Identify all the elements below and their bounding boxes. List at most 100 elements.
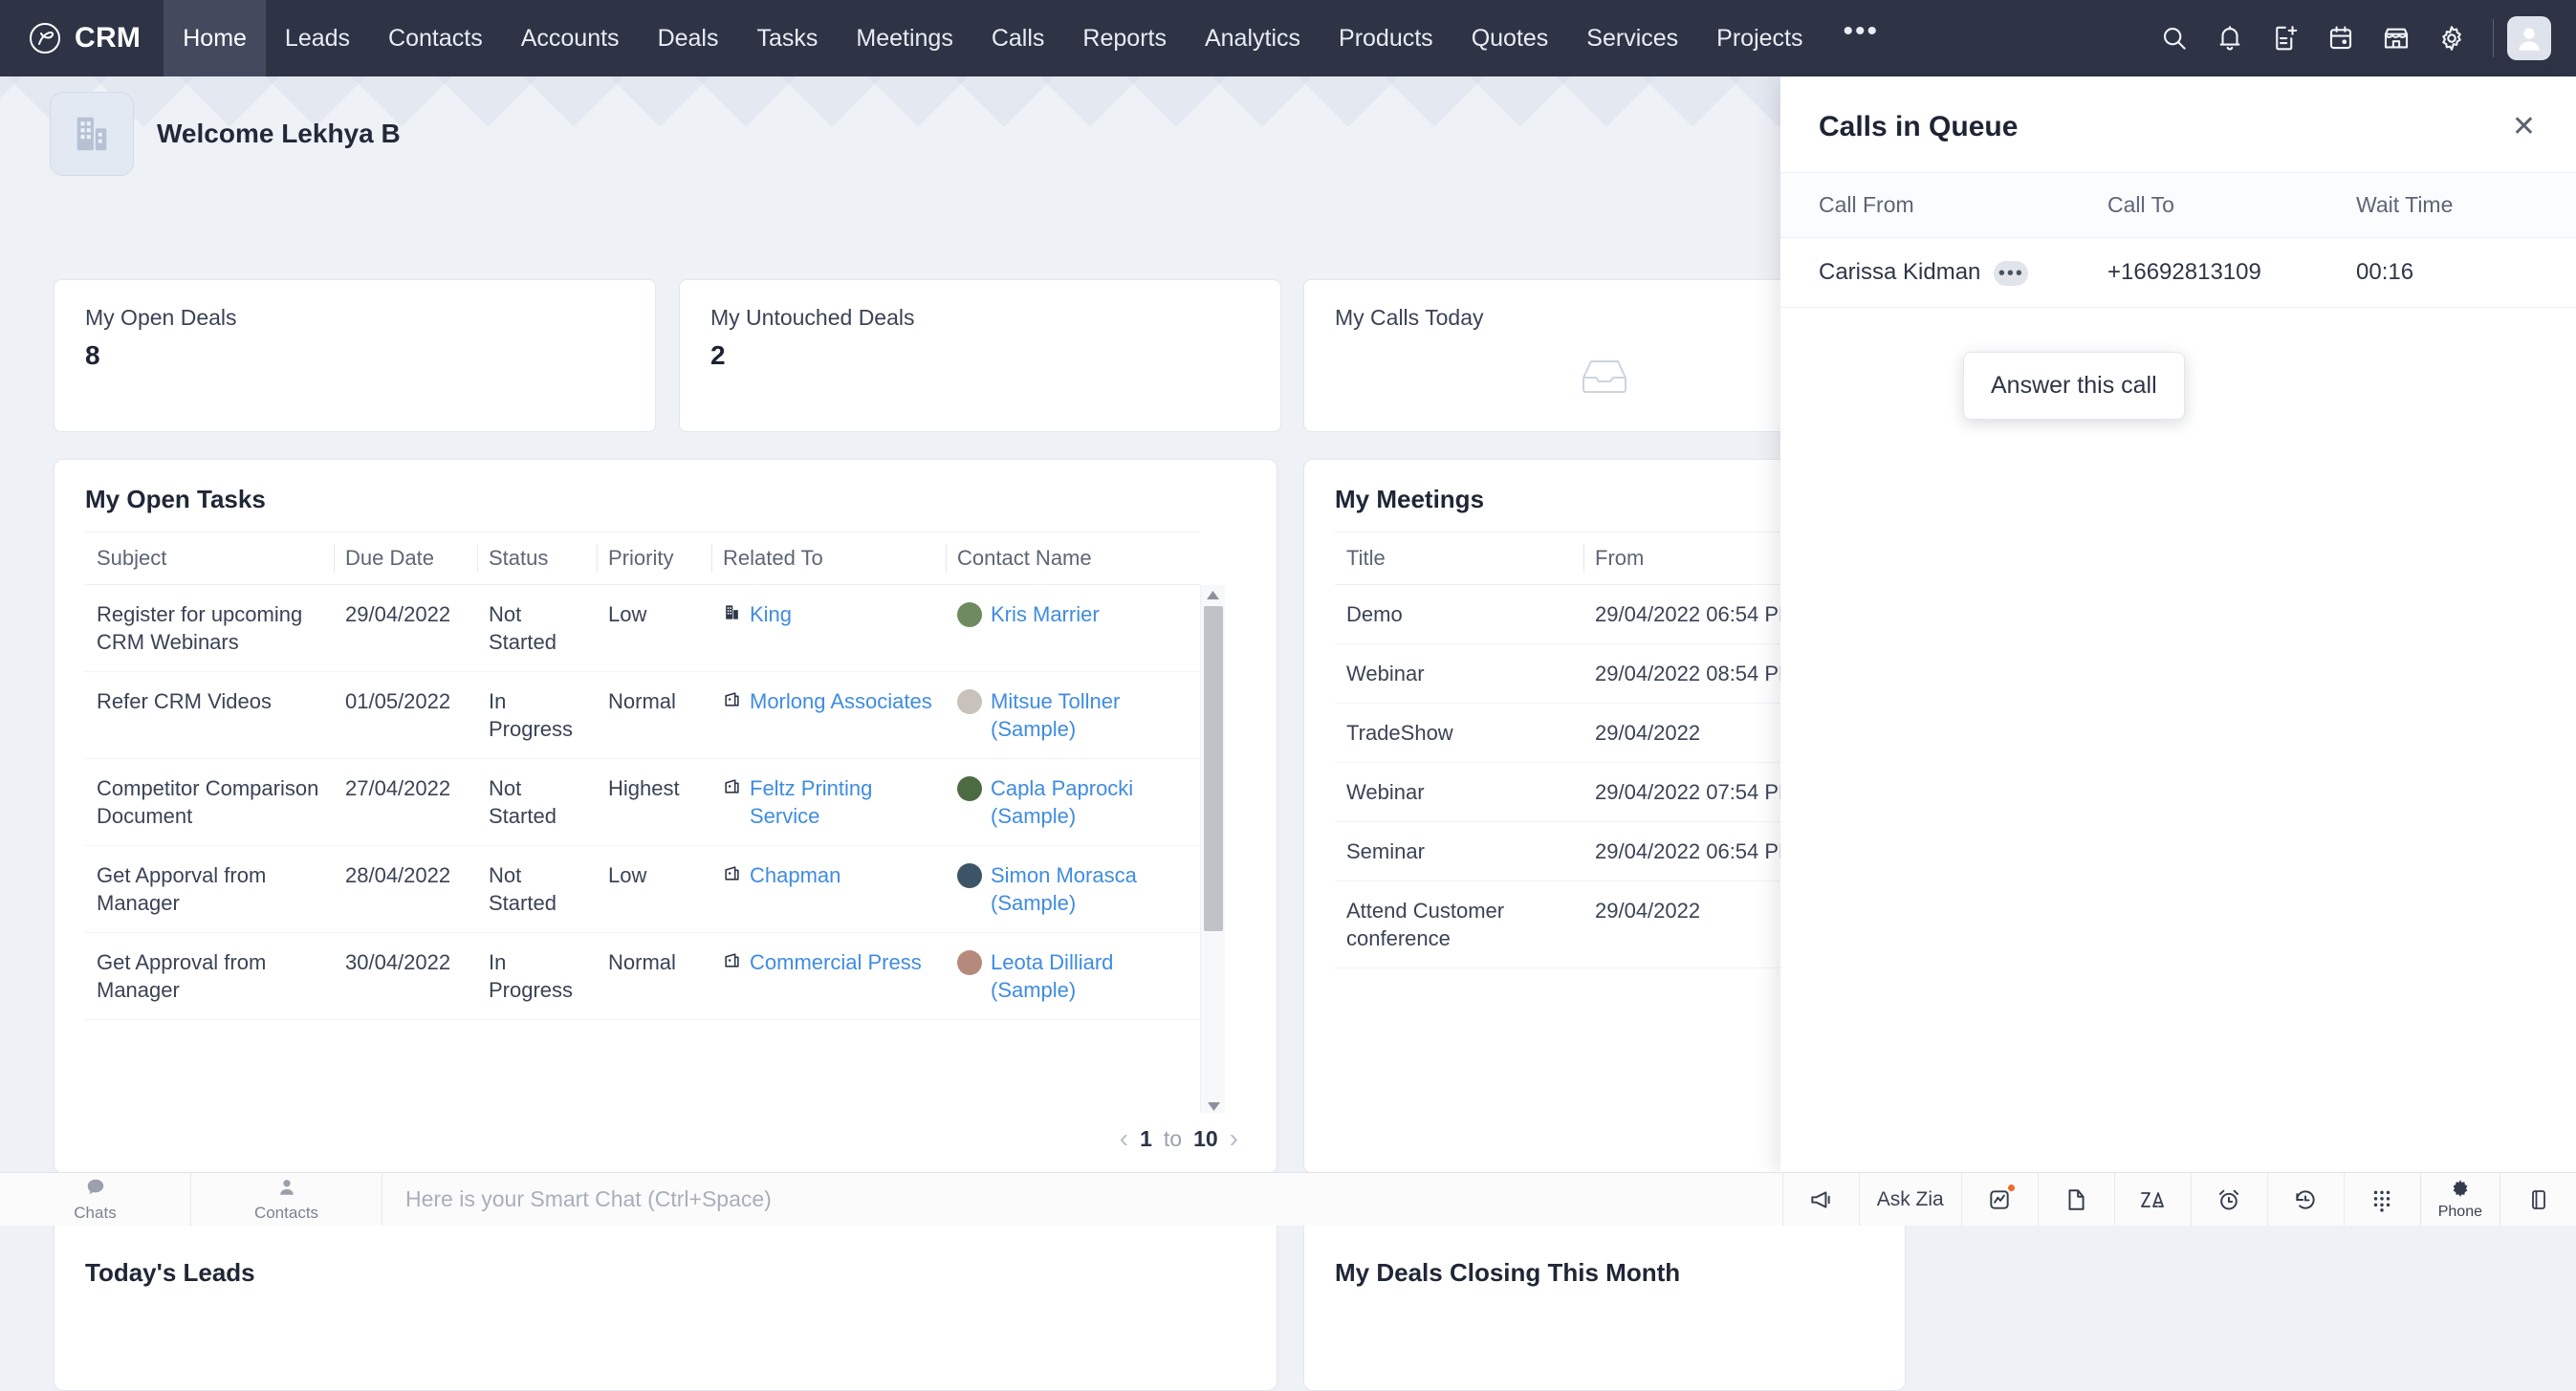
kpi-card-untouched-deals[interactable]: My Untouched Deals 2 <box>679 279 1281 432</box>
task-subject[interactable]: Get Apporval from Manager <box>85 846 334 933</box>
dialpad-icon[interactable] <box>2344 1173 2420 1226</box>
tasks-col-due-date[interactable]: Due Date <box>334 532 477 585</box>
tasks-col-contact-name[interactable]: Contact Name <box>946 532 1200 585</box>
scroll-up-arrow-icon[interactable] <box>1201 585 1225 604</box>
calendar-icon[interactable] <box>2313 0 2369 76</box>
more-options-icon[interactable]: ••• <box>1994 261 2028 286</box>
chevron-right-icon[interactable]: › <box>1230 1125 1238 1152</box>
table-row[interactable]: Get Apporval from Manager 28/04/2022 Not… <box>85 846 1200 933</box>
meeting-title[interactable]: TradeShow <box>1335 704 1583 763</box>
answer-this-call-menu-item[interactable]: Answer this call <box>1963 352 2185 420</box>
related-to-label[interactable]: Chapman <box>750 861 840 889</box>
task-related-to[interactable]: Feltz Printing Service <box>711 759 946 846</box>
nav-item-projects[interactable]: Projects <box>1697 0 1822 76</box>
task-subject[interactable]: Get Approval from Manager <box>85 933 334 1020</box>
zia-insights-icon[interactable] <box>1961 1173 2038 1226</box>
table-row[interactable]: Register for upcoming CRM Webinars 29/04… <box>85 585 1200 672</box>
contact-label[interactable]: Capla Paprocki (Sample) <box>991 774 1189 830</box>
notification-bell-icon[interactable] <box>2202 0 2258 76</box>
task-subject[interactable]: Register for upcoming CRM Webinars <box>85 585 334 672</box>
page-title: Welcome Lekhya B <box>157 119 401 149</box>
footer-tab-contacts[interactable]: Contacts <box>191 1173 382 1226</box>
nav-item-deals[interactable]: Deals <box>639 0 738 76</box>
nav-item-contacts[interactable]: Contacts <box>369 0 502 76</box>
task-contact-name[interactable]: Simon Morasca (Sample) <box>946 846 1200 933</box>
nav-item-reports[interactable]: Reports <box>1063 0 1186 76</box>
tasks-col-subject[interactable]: Subject <box>85 532 334 585</box>
related-to-label[interactable]: King <box>750 600 792 628</box>
table-row[interactable]: Refer CRM Videos 01/05/2022 In Progress … <box>85 672 1200 759</box>
nav-item-home[interactable]: Home <box>164 0 266 76</box>
settings-gear-icon[interactable] <box>2424 0 2479 76</box>
task-subject[interactable]: Competitor Comparison Document <box>85 759 334 846</box>
meeting-title[interactable]: Attend Customer conference <box>1335 881 1583 968</box>
chevron-left-icon[interactable]: ‹ <box>1120 1125 1128 1152</box>
page-middle: to <box>1164 1126 1182 1152</box>
contact-label[interactable]: Simon Morasca (Sample) <box>991 861 1189 917</box>
nav-item-products[interactable]: Products <box>1320 0 1452 76</box>
task-contact-name[interactable]: Leota Dilliard (Sample) <box>946 933 1200 1020</box>
alarm-clock-icon[interactable] <box>2191 1173 2267 1226</box>
clipboard-icon[interactable] <box>2500 1173 2576 1226</box>
search-icon[interactable] <box>2147 0 2202 76</box>
calls-col-call-to: Call To <box>2096 173 2345 238</box>
kpi-card-open-deals[interactable]: My Open Deals 8 <box>54 279 656 432</box>
contact-label[interactable]: Leota Dilliard (Sample) <box>991 948 1189 1004</box>
phone-settings-button[interactable]: Phone <box>2420 1173 2500 1226</box>
nav-item-calls[interactable]: Calls <box>972 0 1064 76</box>
smart-chat-input[interactable]: Here is your Smart Chat (Ctrl+Space) <box>382 1173 1782 1226</box>
task-contact-name[interactable]: Capla Paprocki (Sample) <box>946 759 1200 846</box>
user-avatar[interactable] <box>2507 16 2551 60</box>
tasks-table-header-wrap: Subject Due Date Status Priority Related… <box>85 532 1246 585</box>
task-subject[interactable]: Refer CRM Videos <box>85 672 334 759</box>
scrollbar-thumb[interactable] <box>1204 606 1223 931</box>
nav-item-analytics[interactable]: Analytics <box>1186 0 1320 76</box>
meeting-title[interactable]: Webinar <box>1335 763 1583 822</box>
tasks-col-related-to[interactable]: Related To <box>711 532 946 585</box>
kpi-value: 8 <box>85 340 624 371</box>
task-status: Not Started <box>477 759 597 846</box>
related-to-label[interactable]: Commercial Press <box>750 948 922 976</box>
task-related-to[interactable]: King <box>711 585 946 672</box>
ask-zia-button[interactable]: Ask Zia <box>1859 1173 1961 1226</box>
brand-label: CRM <box>75 22 141 54</box>
call-from-name: Carissa Kidman <box>1819 259 1980 285</box>
contact-label[interactable]: Mitsue Tollner (Sample) <box>991 687 1189 743</box>
organization-building-icon <box>50 92 134 176</box>
close-icon[interactable]: ✕ <box>2512 113 2536 141</box>
tasks-col-status[interactable]: Status <box>477 532 597 585</box>
nav-item-tasks[interactable]: Tasks <box>737 0 837 76</box>
app-brand[interactable]: CRM <box>0 0 164 76</box>
zia-voice-icon[interactable] <box>2114 1173 2191 1226</box>
task-contact-name[interactable]: Kris Marrier <box>946 585 1200 672</box>
tasks-vertical-scrollbar[interactable] <box>1200 585 1225 1113</box>
megaphone-icon[interactable] <box>1782 1173 1859 1226</box>
related-to-label[interactable]: Morlong Associates <box>750 687 932 715</box>
related-to-label[interactable]: Feltz Printing Service <box>750 774 934 830</box>
recent-history-icon[interactable] <box>2267 1173 2344 1226</box>
meetings-col-title[interactable]: Title <box>1335 532 1583 585</box>
nav-overflow-button[interactable]: ••• <box>1822 0 1900 76</box>
nav-item-leads[interactable]: Leads <box>266 0 369 76</box>
task-related-to[interactable]: Morlong Associates <box>711 672 946 759</box>
table-row[interactable]: Get Approval from Manager 30/04/2022 In … <box>85 933 1200 1020</box>
task-related-to[interactable]: Chapman <box>711 846 946 933</box>
tasks-col-priority[interactable]: Priority <box>597 532 711 585</box>
table-row[interactable]: Competitor Comparison Document 27/04/202… <box>85 759 1200 846</box>
nav-item-quotes[interactable]: Quotes <box>1452 0 1568 76</box>
task-contact-name[interactable]: Mitsue Tollner (Sample) <box>946 672 1200 759</box>
contact-label[interactable]: Kris Marrier <box>991 600 1100 628</box>
marketplace-icon[interactable] <box>2369 0 2424 76</box>
nav-item-accounts[interactable]: Accounts <box>502 0 639 76</box>
notes-icon[interactable] <box>2038 1173 2114 1226</box>
footer-tab-chats[interactable]: Chats <box>0 1173 191 1226</box>
scroll-down-arrow-icon[interactable] <box>1201 1102 1225 1111</box>
add-record-icon[interactable] <box>2258 0 2313 76</box>
nav-item-services[interactable]: Services <box>1567 0 1697 76</box>
meeting-title[interactable]: Webinar <box>1335 644 1583 704</box>
meeting-title[interactable]: Demo <box>1335 585 1583 644</box>
task-related-to[interactable]: Commercial Press <box>711 933 946 1020</box>
nav-item-meetings[interactable]: Meetings <box>837 0 971 76</box>
table-row[interactable]: Carissa Kidman••• +16692813109 00:16 <box>1780 238 2576 308</box>
meeting-title[interactable]: Seminar <box>1335 822 1583 881</box>
